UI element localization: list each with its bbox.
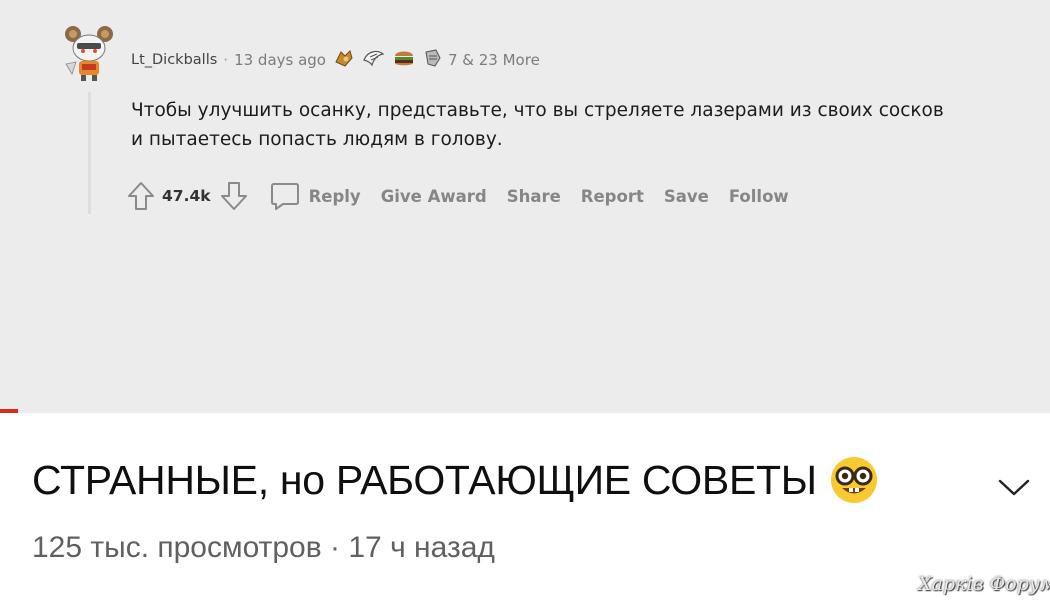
upvote-icon[interactable] [126, 180, 156, 212]
downvote-icon[interactable] [219, 180, 249, 212]
reply-button[interactable]: Reply [309, 187, 361, 206]
video-meta: 125 тыс. просмотров · 17 ч назад [32, 531, 495, 565]
avatar[interactable] [62, 24, 116, 84]
chevron-down-icon[interactable] [994, 472, 1034, 502]
upload-time: 17 ч назад [348, 531, 495, 564]
awards-more-link[interactable]: 7 & 23 More [448, 51, 540, 69]
meta-separator: · [330, 531, 341, 564]
knight-award-icon[interactable] [422, 48, 444, 72]
video-title: СТРАННЫЕ, но РАБОТАЮЩИЕ СОВЕТЫ [32, 455, 879, 505]
comment-bubble-icon[interactable] [269, 181, 301, 211]
burger-award-icon[interactable] [393, 48, 415, 72]
meta-separator: · [223, 51, 229, 69]
wing-award-icon[interactable] [362, 48, 386, 72]
thread-line[interactable] [88, 92, 91, 214]
give-award-button[interactable]: Give Award [381, 187, 487, 206]
nerd-face-icon [830, 457, 877, 503]
comment-meta: Lt_Dickballs · 13 days ago 7 & 23 More [131, 49, 540, 71]
comment-action-bar: 47.4k Reply Give Award Share Report Save… [126, 180, 789, 212]
follow-button[interactable]: Follow [729, 187, 789, 206]
reddit-comment-panel: Lt_Dickballs · 13 days ago 7 & 23 More Ч… [0, 0, 1050, 413]
progress-indicator [0, 409, 18, 413]
comment-body: Чтобы улучшить осанку, представьте, что … [131, 100, 944, 150]
view-count: 125 тыс. просмотров [32, 531, 322, 564]
save-button[interactable]: Save [664, 187, 709, 206]
report-button[interactable]: Report [581, 187, 644, 206]
hand-award-icon[interactable] [333, 48, 355, 72]
username-link[interactable]: Lt_Dickballs [131, 52, 217, 68]
video-title-text: СТРАННЫЕ, но РАБОТАЮЩИЕ СОВЕТЫ [32, 456, 817, 503]
share-button[interactable]: Share [507, 187, 561, 206]
comment-time[interactable]: 13 days ago [234, 51, 326, 69]
watermark: Харків Форум [918, 573, 1050, 595]
vote-count: 47.4k [162, 187, 211, 205]
